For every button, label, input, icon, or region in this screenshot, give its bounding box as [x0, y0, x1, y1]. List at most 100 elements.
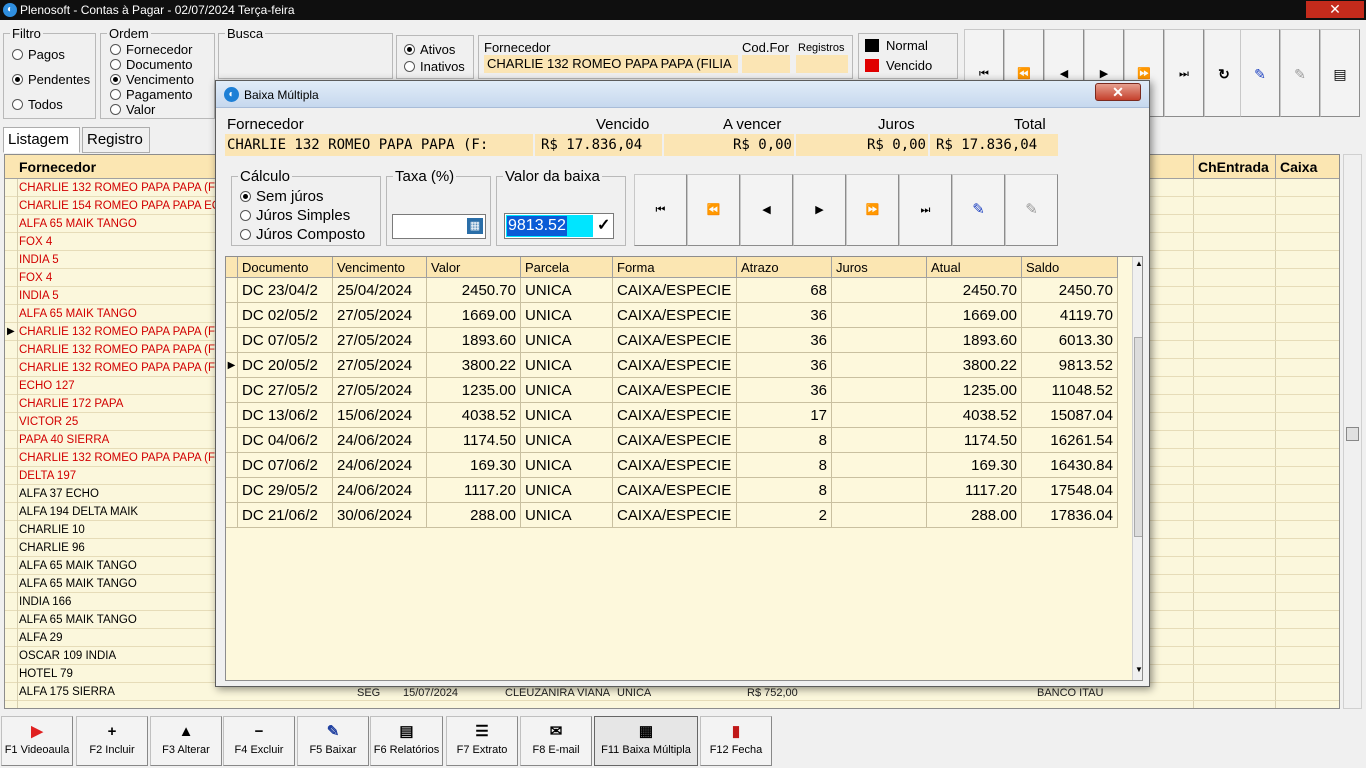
list-item[interactable]: DELTA 197	[19, 467, 219, 485]
grid-cell-parcela[interactable]: UNICA	[521, 428, 613, 453]
grid-cell-forma[interactable]: CAIXA/ESPECIE	[613, 478, 737, 503]
grid-cell-atrazo[interactable]: 8	[737, 478, 832, 503]
grid-cell-atual[interactable]: 4038.52	[927, 403, 1022, 428]
grid-cell-vencimento[interactable]: 27/05/2024	[333, 328, 427, 353]
dlg-nav-next-button[interactable]: ▶	[793, 174, 846, 246]
list-item[interactable]: ALFA 65 MAIK TANGO	[19, 611, 219, 629]
edit-button[interactable]: ✎	[1240, 29, 1280, 117]
grid-cell-parcela[interactable]: UNICA	[521, 503, 613, 528]
footer-f11-button[interactable]: ▦ F11 Baixa Múltipla	[594, 716, 698, 766]
list-item[interactable]: FOX 4	[19, 233, 219, 251]
dlg-edit-button[interactable]: ✎	[952, 174, 1005, 246]
list-item[interactable]: ALFA 29	[19, 629, 219, 647]
row-indicator[interactable]	[226, 453, 238, 478]
grid-cell-juros[interactable]	[832, 378, 927, 403]
status-inativos-radio[interactable]: Inativos	[404, 59, 465, 74]
grid-cell-documento[interactable]: DC 20/05/2	[238, 353, 333, 378]
grid-cell-atrazo[interactable]: 68	[737, 278, 832, 303]
refresh-button[interactable]: ↻	[1204, 29, 1244, 117]
grid-cell-juros[interactable]	[832, 353, 927, 378]
calculator-icon[interactable]: ▦	[467, 218, 483, 234]
grid-header-parcela[interactable]: Parcela	[521, 257, 613, 278]
window-close-button[interactable]: ✕	[1306, 1, 1364, 18]
filtro-todos-radio[interactable]: Todos	[12, 97, 63, 112]
list-item[interactable]: VICTOR 25	[19, 413, 219, 431]
grid-header-forma[interactable]: Forma	[613, 257, 737, 278]
footer-f6-button[interactable]: ▤ F6 Relatórios	[370, 716, 443, 766]
grid-cell-juros[interactable]	[832, 303, 927, 328]
ordem-pagamento-radio[interactable]: Pagamento	[110, 87, 193, 102]
grid-cell-atual[interactable]: 2450.70	[927, 278, 1022, 303]
list-item[interactable]: INDIA 166	[19, 593, 219, 611]
grid-cell-vencimento[interactable]: 27/05/2024	[333, 353, 427, 378]
row-indicator[interactable]	[226, 428, 238, 453]
grid-header-atual[interactable]: Atual	[927, 257, 1022, 278]
grid-cell-saldo[interactable]: 9813.52	[1022, 353, 1118, 378]
footer-f8-button[interactable]: ✉ F8 E-mail	[520, 716, 592, 766]
dlg-nav-first-button[interactable]: ⏮	[634, 174, 687, 246]
row-indicator[interactable]	[226, 378, 238, 403]
grid-cell-forma[interactable]: CAIXA/ESPECIE	[613, 278, 737, 303]
grid-cell-parcela[interactable]: UNICA	[521, 328, 613, 353]
grid-cell-documento[interactable]: DC 27/05/2	[238, 378, 333, 403]
grid-scrollbar[interactable]: ▲ ▼	[1132, 257, 1142, 680]
list-item[interactable]: FOX 4	[19, 269, 219, 287]
grid-cell-forma[interactable]: CAIXA/ESPECIE	[613, 403, 737, 428]
list-item[interactable]: CHARLIE 132 ROMEO PAPA PAPA (FILI	[19, 341, 219, 359]
grid-cell-forma[interactable]: CAIXA/ESPECIE	[613, 353, 737, 378]
list-item[interactable]: CHARLIE 10	[19, 521, 219, 539]
dlg-nav-next-page-button[interactable]: ⏩	[846, 174, 899, 246]
grid-cell-atrazo[interactable]: 2	[737, 503, 832, 528]
row-indicator[interactable]	[226, 303, 238, 328]
grid-cell-juros[interactable]	[832, 478, 927, 503]
list-item[interactable]: ALFA 65 MAIK TANGO	[19, 575, 219, 593]
grid-cell-documento[interactable]: DC 21/06/2	[238, 503, 333, 528]
grid-cell-saldo[interactable]: 4119.70	[1022, 303, 1118, 328]
row-indicator[interactable]	[226, 478, 238, 503]
grid-cell-valor[interactable]: 288.00	[427, 503, 521, 528]
grid-cell-atrazo[interactable]: 17	[737, 403, 832, 428]
grid-cell-forma[interactable]: CAIXA/ESPECIE	[613, 328, 737, 353]
dialog-close-button[interactable]: ✕	[1095, 83, 1141, 101]
dlg-eraser-button[interactable]: ✎	[1005, 174, 1058, 246]
list-item[interactable]: HOTEL 79	[19, 665, 219, 683]
footer-f5-button[interactable]: ✎ F5 Baixar	[297, 716, 369, 766]
grid-cell-atual[interactable]: 1174.50	[927, 428, 1022, 453]
list-item[interactable]: ALFA 37 ECHO	[19, 485, 219, 503]
grid-header-atrazo[interactable]: Atrazo	[737, 257, 832, 278]
list-item[interactable]: ALFA 65 MAIK TANGO	[19, 215, 219, 233]
grid-cell-juros[interactable]	[832, 453, 927, 478]
grid-cell-valor[interactable]: 2450.70	[427, 278, 521, 303]
grid-cell-saldo[interactable]: 17836.04	[1022, 503, 1118, 528]
grid-scroll-thumb[interactable]	[1134, 337, 1142, 537]
grid-cell-atual[interactable]: 288.00	[927, 503, 1022, 528]
grid-cell-documento[interactable]: DC 23/04/2	[238, 278, 333, 303]
grid-cell-vencimento[interactable]: 15/06/2024	[333, 403, 427, 428]
grid-cell-valor[interactable]: 4038.52	[427, 403, 521, 428]
grid-cell-saldo[interactable]: 16261.54	[1022, 428, 1118, 453]
current-row-pointer-icon[interactable]: ▶	[226, 353, 238, 378]
row-indicator[interactable]	[226, 278, 238, 303]
scroll-down-icon[interactable]: ▼	[1135, 665, 1142, 674]
grid-cell-parcela[interactable]: UNICA	[521, 403, 613, 428]
grid-cell-atrazo[interactable]: 8	[737, 428, 832, 453]
grid-cell-saldo[interactable]: 11048.52	[1022, 378, 1118, 403]
grid-cell-saldo[interactable]: 15087.04	[1022, 403, 1118, 428]
grid-cell-atrazo[interactable]: 36	[737, 353, 832, 378]
grid-cell-juros[interactable]	[832, 503, 927, 528]
status-ativos-radio[interactable]: Ativos	[404, 42, 455, 57]
list-scroll-thumb[interactable]	[1346, 427, 1359, 441]
nav-last-button[interactable]: ⏭	[1164, 29, 1204, 117]
grid-cell-atrazo[interactable]: 36	[737, 303, 832, 328]
grid-cell-valor[interactable]: 1235.00	[427, 378, 521, 403]
grid-cell-atual[interactable]: 1893.60	[927, 328, 1022, 353]
list-item[interactable]: OSCAR 109 INDIA	[19, 647, 219, 665]
grid-header-saldo[interactable]: Saldo	[1022, 257, 1118, 278]
grid-cell-vencimento[interactable]: 30/06/2024	[333, 503, 427, 528]
grid-cell-saldo[interactable]: 6013.30	[1022, 328, 1118, 353]
grid-cell-documento[interactable]: DC 29/05/2	[238, 478, 333, 503]
grid-cell-documento[interactable]: DC 07/06/2	[238, 453, 333, 478]
list-item[interactable]: CHARLIE 154 ROMEO PAPA PAPA ECH	[19, 197, 219, 215]
calculo-juros-simples-radio[interactable]: Júros Simples	[240, 207, 350, 224]
footer-f7-button[interactable]: ☰ F7 Extrato	[446, 716, 518, 766]
